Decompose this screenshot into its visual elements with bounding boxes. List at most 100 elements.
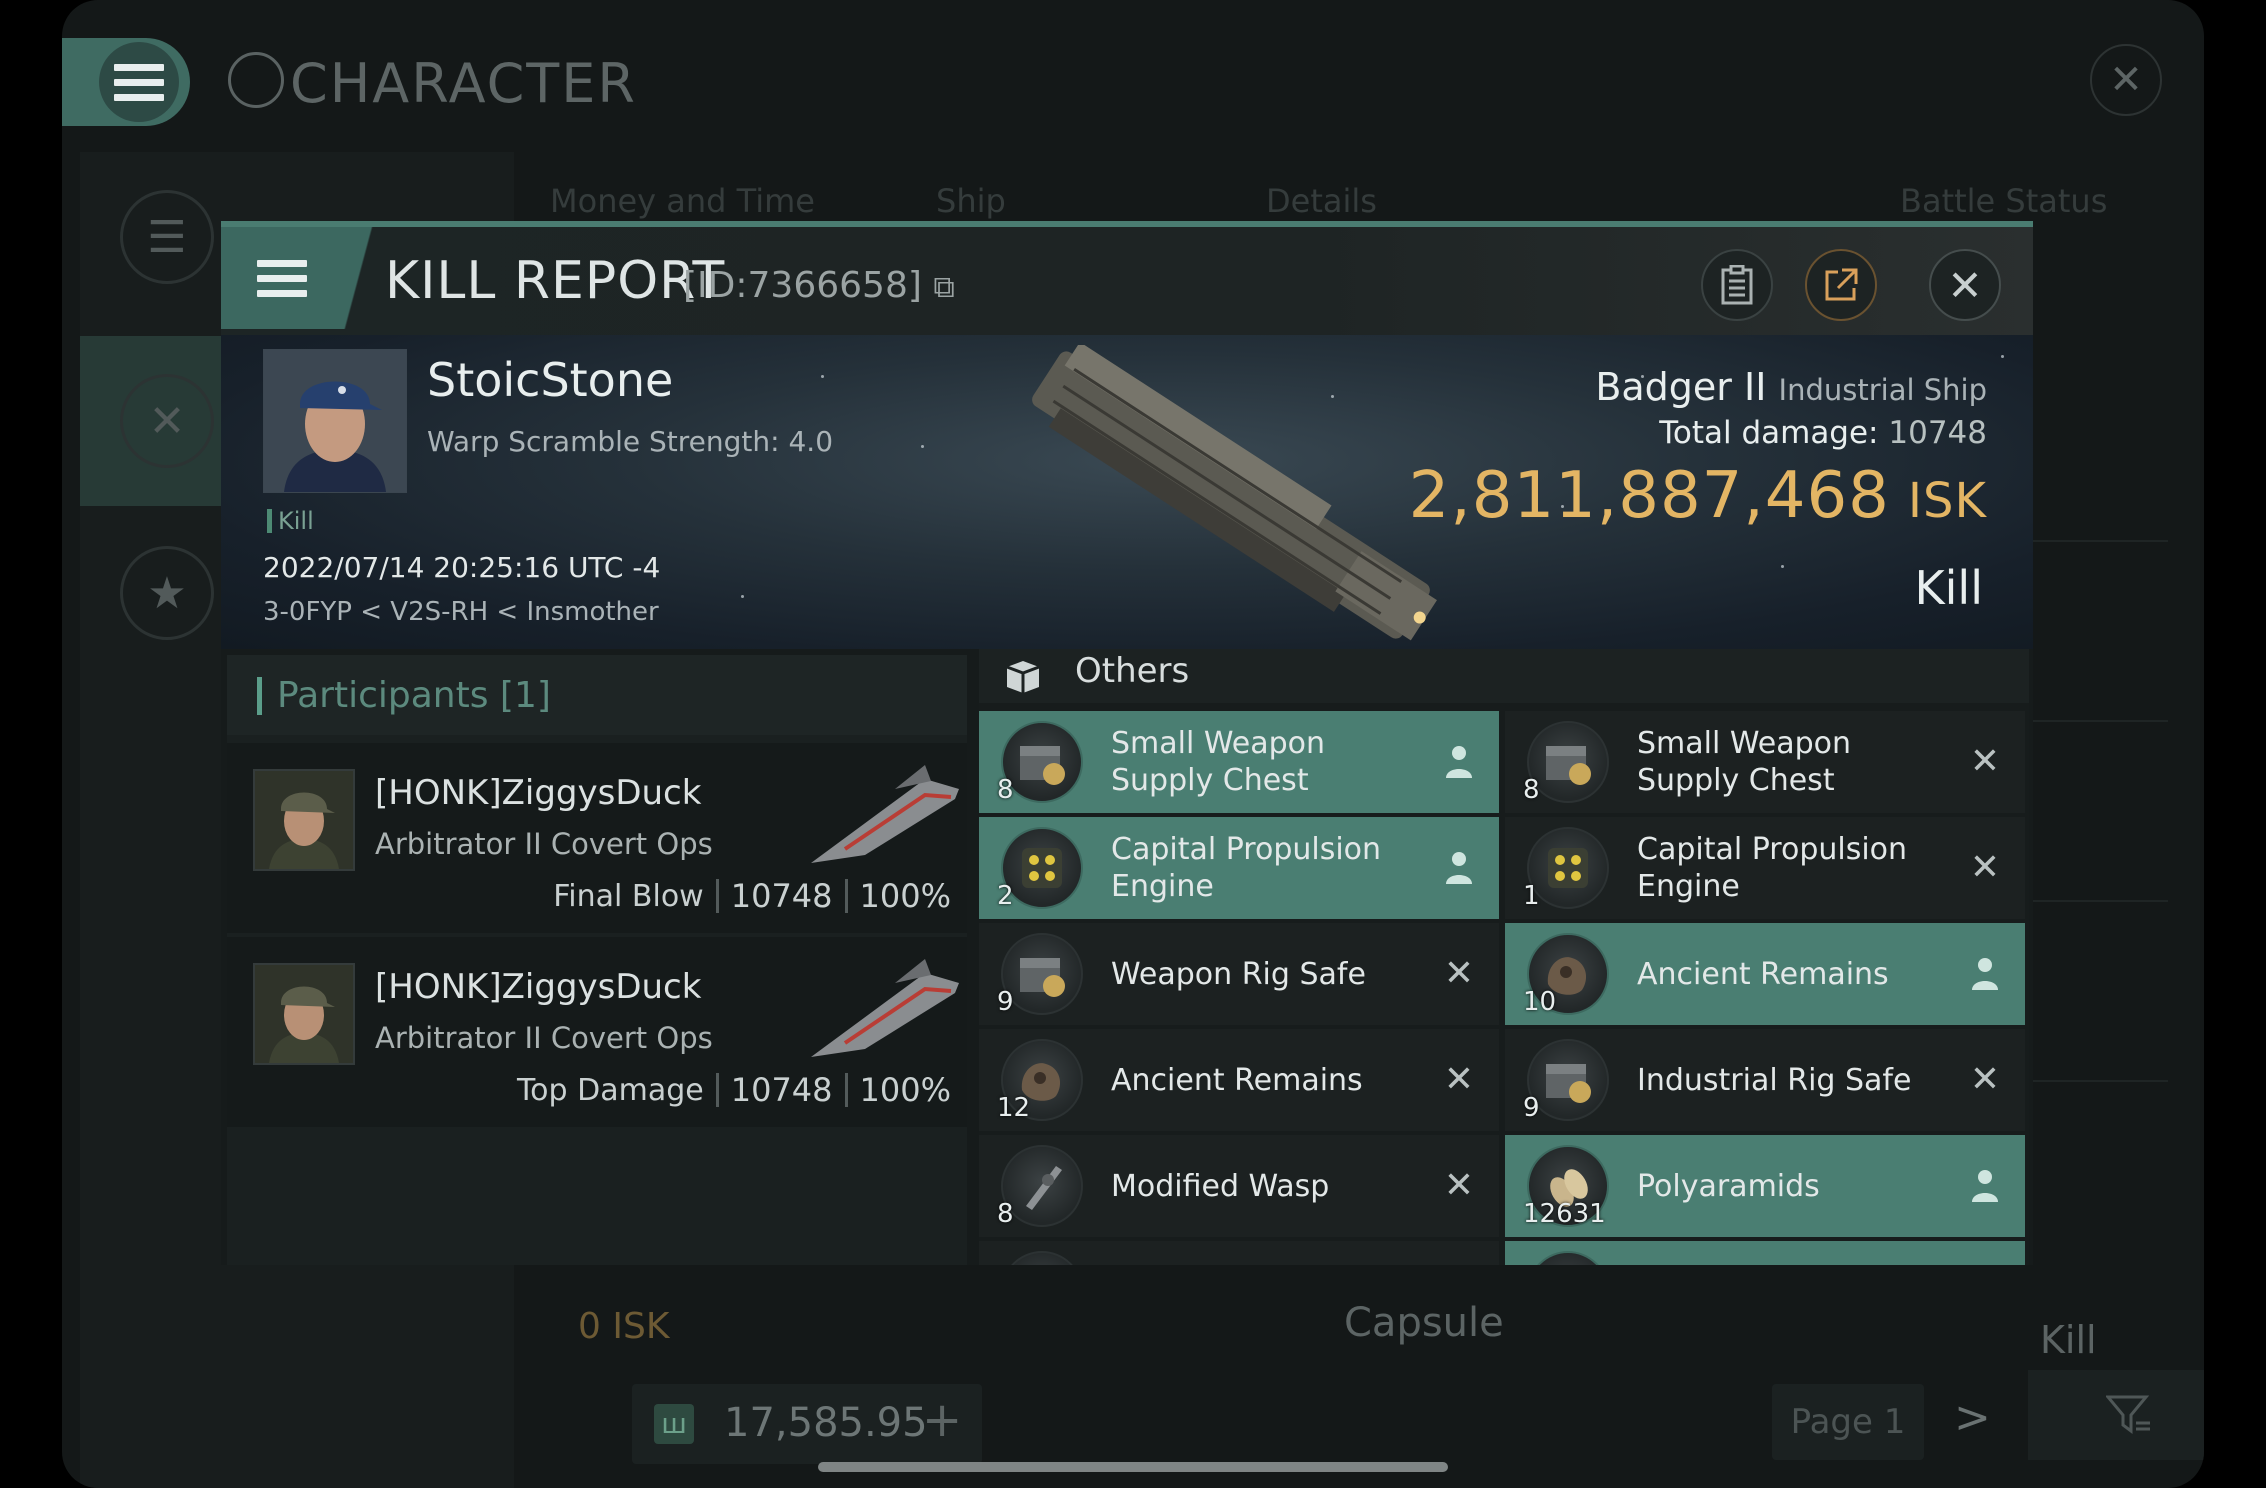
- victim-portrait[interactable]: [263, 349, 407, 493]
- copy-icon[interactable]: ⧉: [933, 270, 954, 305]
- star-particle: [921, 445, 924, 448]
- table-row[interactable]: 0 ISK Capsule Kill: [548, 1278, 2168, 1374]
- item-name: Polyaramids: [1637, 1168, 1820, 1204]
- isk-amount: 2,811,887,468: [1408, 459, 1890, 533]
- item-name: Small Weapon Supply Chest: [1637, 726, 1852, 798]
- item-icon: [1001, 1251, 1083, 1265]
- wallet-add-button[interactable]: +: [922, 1392, 962, 1448]
- item-quantity: 12631: [1523, 1199, 1606, 1229]
- items-section-title: Others: [1075, 651, 1190, 691]
- kill-location[interactable]: 3-0FYP < V2S-RH < Insmother: [263, 597, 659, 627]
- participant-percent: 100%: [859, 877, 951, 915]
- home-indicator[interactable]: [818, 1462, 1448, 1472]
- divider: [844, 1073, 848, 1107]
- item-cell[interactable]: 2 Capital Propulsion Engine: [979, 817, 1499, 919]
- item-cell[interactable]: 1 Capital Propulsion Engine ✕: [1505, 817, 2025, 919]
- participant-name[interactable]: [HONK]ZiggysDuck: [375, 773, 701, 813]
- item-name: Industrial Rig Safe: [1637, 1062, 1912, 1098]
- crossed-swords-icon: ✕: [120, 374, 214, 468]
- person-icon: [1439, 847, 1479, 887]
- victim-ship[interactable]: Badger II Industrial Ship: [1595, 365, 1987, 409]
- x-icon: ✕: [1969, 740, 2001, 782]
- item-cell[interactable]: [1505, 1241, 2025, 1265]
- item-quantity: 2: [997, 881, 1014, 911]
- person-icon: [1965, 953, 2005, 993]
- participant-percent: 100%: [859, 1071, 951, 1109]
- victim-name[interactable]: StoicStone: [427, 353, 673, 407]
- item-quantity: 10: [1523, 987, 1557, 1017]
- item-quantity: 12: [997, 1093, 1031, 1123]
- list-icon: ☰: [120, 190, 214, 284]
- row-isk-value: 0 ISK: [578, 1306, 670, 1347]
- item-cell[interactable]: 8 Modified Wasp ✕: [979, 1135, 1499, 1237]
- x-icon: ✕: [1969, 846, 2001, 888]
- item-cell[interactable]: 10 Ancient Remains: [1505, 923, 2025, 1025]
- character-close-button[interactable]: ✕: [2090, 44, 2162, 116]
- item-name: Capital Propulsion Engine: [1111, 832, 1382, 904]
- close-icon: ✕: [1947, 260, 1983, 310]
- avatar[interactable]: [253, 963, 355, 1065]
- next-page-button[interactable]: >: [1954, 1392, 1991, 1443]
- star-particle: [2001, 355, 2004, 358]
- share-button[interactable]: [1805, 249, 1877, 321]
- column-battle-status: Battle Status: [1900, 182, 2108, 220]
- column-details: Details: [1266, 182, 1377, 220]
- avatar: [264, 350, 406, 492]
- avatar[interactable]: [253, 769, 355, 871]
- item-name: Weapon Rig Safe: [1111, 956, 1366, 992]
- star-particle: [1781, 565, 1784, 568]
- column-money-time: Money and Time: [550, 182, 815, 220]
- total-damage: Total damage: 10748: [1659, 415, 1987, 451]
- item-cell[interactable]: 8 Small Weapon Supply Chest: [979, 711, 1499, 813]
- items-section-header: Others: [979, 649, 2029, 703]
- item-cell[interactable]: [979, 1241, 1499, 1265]
- filter-button[interactable]: [2028, 1370, 2204, 1460]
- item-cell[interactable]: 9 Industrial Rig Safe ✕: [1505, 1029, 2025, 1131]
- menu-tab-edge: [331, 227, 391, 329]
- kill-report-header: KILL REPORT [ID:7366658] ⧉ ✕: [221, 227, 2033, 335]
- kill-report-close-button[interactable]: ✕: [1929, 249, 2001, 321]
- divider: [844, 879, 848, 913]
- participant-ship: Arbitrator II Covert Ops: [375, 827, 713, 861]
- warp-scramble-strength: Warp Scramble Strength: 4.0: [427, 425, 834, 458]
- participant-name[interactable]: [HONK]ZiggysDuck: [375, 967, 701, 1007]
- kill-result: Kill: [1914, 561, 1983, 615]
- participant-role: Final Blow: [553, 878, 704, 914]
- participant-stats: Top Damage 10748 100%: [517, 1071, 951, 1109]
- participant-stats: Final Blow 10748 100%: [553, 877, 951, 915]
- column-ship: Ship: [936, 182, 1006, 220]
- kill-report-id-label: [ID:7366658]: [683, 265, 922, 306]
- item-cell[interactable]: 9 Weapon Rig Safe ✕: [979, 923, 1499, 1025]
- character-icon: [228, 52, 284, 108]
- participant-ship-image: [811, 959, 959, 1057]
- page-indicator: Page 1: [1772, 1384, 1924, 1460]
- item-name: Ancient Remains: [1637, 956, 1889, 992]
- item-name: Small Weapon Supply Chest: [1111, 726, 1326, 798]
- total-damage-value: 10748: [1888, 415, 1987, 451]
- participant-row[interactable]: [HONK]ZiggysDuck Arbitrator II Covert Op…: [227, 743, 967, 933]
- kill-datetime: 2022/07/14 20:25:16 UTC -4: [263, 551, 661, 584]
- item-name: Capital Propulsion Engine: [1637, 832, 1908, 904]
- item-cell[interactable]: 12 Ancient Remains ✕: [979, 1029, 1499, 1131]
- clipboard-button[interactable]: [1701, 249, 1773, 321]
- kill-report-id[interactable]: [ID:7366658] ⧉: [683, 265, 955, 306]
- character-menu-button[interactable]: [62, 38, 190, 126]
- item-cell[interactable]: 8 Small Weapon Supply Chest ✕: [1505, 711, 2025, 813]
- participant-ship: Arbitrator II Covert Ops: [375, 1021, 713, 1055]
- items-panel: Others 8 Small Weapon Supply Chest 8 Small …: [979, 649, 2029, 1265]
- kill-report-menu-button[interactable]: [221, 227, 343, 329]
- item-quantity: 8: [1523, 775, 1540, 805]
- item-cell[interactable]: 12631 Polyaramids: [1505, 1135, 2025, 1237]
- participant-row[interactable]: [HONK]ZiggysDuck Arbitrator II Covert Op…: [227, 937, 967, 1127]
- star-icon: ★: [120, 546, 214, 640]
- person-icon: [1439, 741, 1479, 781]
- kill-tag: Kill: [267, 507, 314, 535]
- participants-header: Participants [1]: [227, 655, 967, 735]
- item-quantity: 8: [997, 775, 1014, 805]
- item-quantity: 9: [1523, 1093, 1540, 1123]
- item-quantity: 9: [997, 987, 1014, 1017]
- cargo-box-icon: [1006, 661, 1040, 693]
- participant-portrait: [255, 771, 353, 869]
- item-name: Ancient Remains: [1111, 1062, 1363, 1098]
- close-icon: ✕: [2109, 57, 2143, 103]
